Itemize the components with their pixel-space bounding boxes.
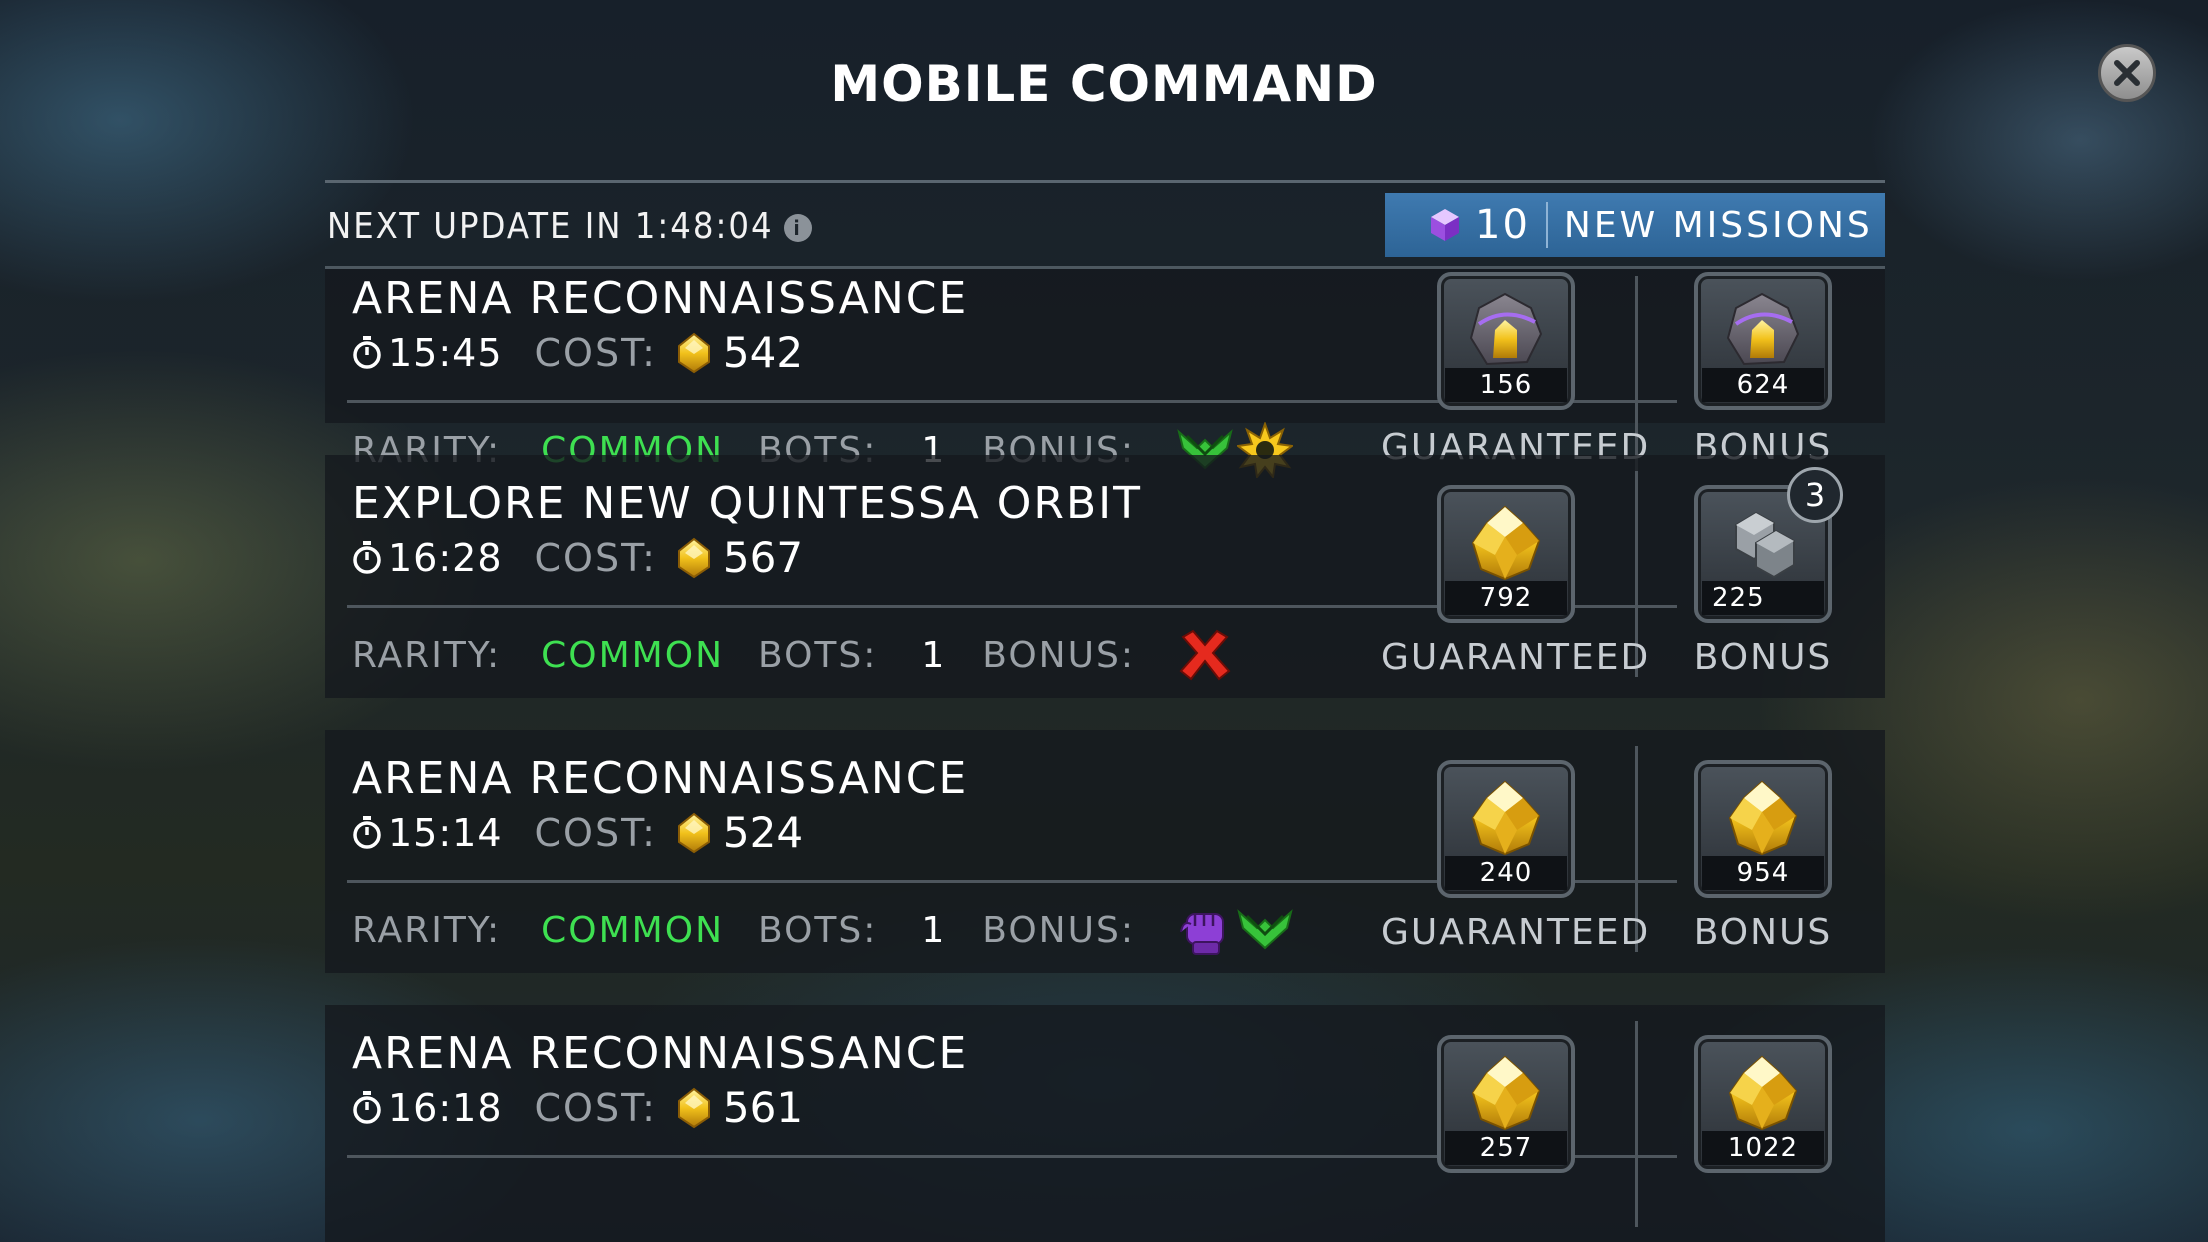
guaranteed-label: GUARANTEED xyxy=(1381,637,1651,678)
bonus-reward[interactable]: 624 xyxy=(1694,272,1832,410)
guaranteed-label: GUARANTEED xyxy=(1381,912,1651,953)
reward-amount: 624 xyxy=(1702,368,1824,402)
reward-amount: 257 xyxy=(1445,1131,1567,1165)
energon-coin-icon xyxy=(675,812,713,854)
timer-icon xyxy=(352,1091,382,1125)
reward-amount: 225 xyxy=(1702,581,1824,615)
purple-fist-icon xyxy=(1177,902,1233,958)
close-icon xyxy=(2114,60,2140,86)
reward-amount: 240 xyxy=(1445,856,1567,890)
bonus-reward[interactable]: 954 xyxy=(1694,760,1832,898)
timer-icon xyxy=(352,541,382,575)
cost-label: COST: xyxy=(534,1085,657,1130)
bonus-icons xyxy=(1177,902,1293,958)
mission-meta: 15:14 COST: 524 xyxy=(352,808,803,857)
timer-icon xyxy=(352,816,382,850)
mission-card[interactable]: EXPLORE NEW QUINTESSA ORBIT 16:28 COST: … xyxy=(325,455,1885,698)
gold-ore-icon xyxy=(1465,778,1547,860)
bonus-icons xyxy=(1177,627,1233,683)
mission-details: RARITY: COMMON BOTS: 1 BONUS: xyxy=(352,627,1233,683)
metal-alloy-icon xyxy=(1722,503,1804,585)
guaranteed-reward[interactable]: 257 xyxy=(1437,1035,1575,1173)
mission-cost: 542 xyxy=(722,328,804,377)
next-update-timer: NEXT UPDATE IN 1:48:04 i xyxy=(327,206,812,247)
cost-label: COST: xyxy=(534,535,657,580)
guaranteed-reward[interactable]: 156 xyxy=(1437,272,1575,410)
bots-value: 1 xyxy=(921,634,947,676)
reward-amount: 156 xyxy=(1445,368,1567,402)
mission-card[interactable]: ARENA RECONNAISSANCE 15:45 COST: 542 RAR… xyxy=(325,269,1885,423)
mission-time: 15:14 xyxy=(388,810,503,855)
mission-title: EXPLORE NEW QUINTESSA ORBIT xyxy=(352,478,1143,529)
new-missions-label: NEW MISSIONS xyxy=(1563,204,1873,246)
mission-time: 16:18 xyxy=(388,1085,503,1130)
rarity-value: COMMON xyxy=(541,634,724,676)
mission-title: ARENA RECONNAISSANCE xyxy=(352,1028,969,1079)
reward-count-badge: 3 xyxy=(1787,467,1843,523)
ore-rock-icon xyxy=(1465,290,1547,372)
new-missions-button[interactable]: 10 NEW MISSIONS xyxy=(1385,193,1885,257)
energon-coin-icon xyxy=(675,1087,713,1129)
gold-ore-icon xyxy=(1722,1053,1804,1135)
mission-meta: 15:45 COST: 542 xyxy=(352,328,803,377)
timer-icon xyxy=(352,336,382,370)
bonus-reward-label: BONUS xyxy=(1693,912,1833,953)
guaranteed-reward[interactable]: 792 xyxy=(1437,485,1575,623)
bonus-label: BONUS: xyxy=(982,634,1135,676)
mission-title: ARENA RECONNAISSANCE xyxy=(352,753,969,804)
energon-coin-icon xyxy=(675,537,713,579)
missions-panel: NEXT UPDATE IN 1:48:04 i 10 NEW MISSIONS … xyxy=(325,180,1885,1242)
mission-meta: 16:28 COST: 567 xyxy=(352,533,803,582)
mission-time: 16:28 xyxy=(388,535,503,580)
bots-label: BOTS: xyxy=(758,909,878,951)
new-missions-count: 10 xyxy=(1475,202,1530,248)
cost-label: COST: xyxy=(534,810,657,855)
button-separator xyxy=(1545,202,1548,248)
reward-amount: 954 xyxy=(1702,856,1824,890)
energon-coin-icon xyxy=(675,332,713,374)
mission-time: 15:45 xyxy=(388,330,503,375)
bonus-reward[interactable]: 1022 xyxy=(1694,1035,1832,1173)
info-icon[interactable]: i xyxy=(783,214,812,242)
close-button[interactable] xyxy=(2098,44,2156,102)
page-title: MOBILE COMMAND xyxy=(830,55,1378,113)
reward-amount: 1022 xyxy=(1702,1131,1824,1165)
mission-details: RARITY: COMMON BOTS: 1 BONUS: xyxy=(352,902,1293,958)
gold-ore-icon xyxy=(1722,778,1804,860)
purple-cube-icon xyxy=(1427,207,1463,243)
mission-list[interactable]: ARENA RECONNAISSANCE 15:45 COST: 542 RAR… xyxy=(325,269,1885,1242)
rarity-label: RARITY: xyxy=(352,634,502,676)
top-divider xyxy=(325,180,1885,183)
mission-cost: 561 xyxy=(722,1083,804,1132)
red-cross-icon xyxy=(1177,627,1233,683)
reward-amount: 792 xyxy=(1445,581,1567,615)
bonus-label: BONUS: xyxy=(982,909,1135,951)
mission-card[interactable]: ARENA RECONNAISSANCE 16:18 COST: 561 257… xyxy=(325,1005,1885,1242)
gold-ore-icon xyxy=(1465,503,1547,585)
mission-title: ARENA RECONNAISSANCE xyxy=(352,273,969,324)
bots-label: BOTS: xyxy=(758,634,878,676)
next-update-text: NEXT UPDATE IN 1:48:04 xyxy=(327,206,774,247)
gold-ore-icon xyxy=(1465,1053,1547,1135)
reward-separator xyxy=(1635,1021,1638,1227)
guaranteed-reward[interactable]: 240 xyxy=(1437,760,1575,898)
green-chevron-icon xyxy=(1237,902,1293,958)
rarity-value: COMMON xyxy=(541,909,724,951)
mission-cost: 524 xyxy=(722,808,804,857)
mission-card[interactable]: ARENA RECONNAISSANCE 15:14 COST: 524 RAR… xyxy=(325,730,1885,973)
bots-value: 1 xyxy=(921,909,947,951)
cost-label: COST: xyxy=(534,330,657,375)
rarity-label: RARITY: xyxy=(352,909,502,951)
ore-rock-icon xyxy=(1722,290,1804,372)
mission-meta: 16:18 COST: 561 xyxy=(352,1083,803,1132)
mission-cost: 567 xyxy=(722,533,804,582)
bonus-reward-label: BONUS xyxy=(1693,637,1833,678)
